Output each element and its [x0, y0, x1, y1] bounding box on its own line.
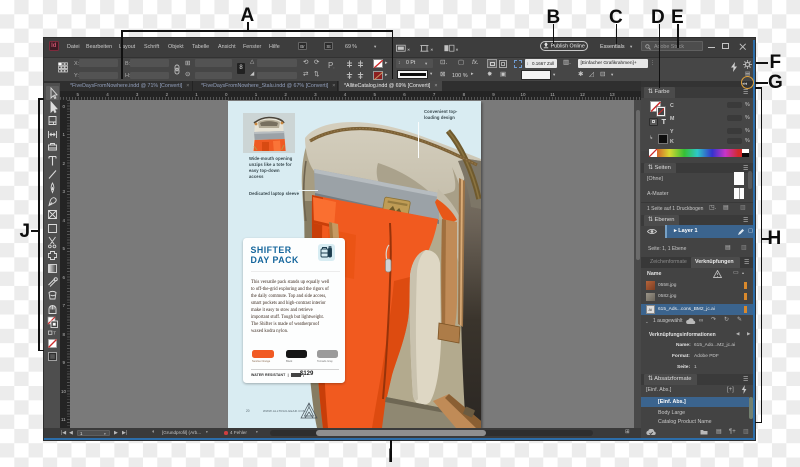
svg-text:T: T — [53, 331, 56, 336]
